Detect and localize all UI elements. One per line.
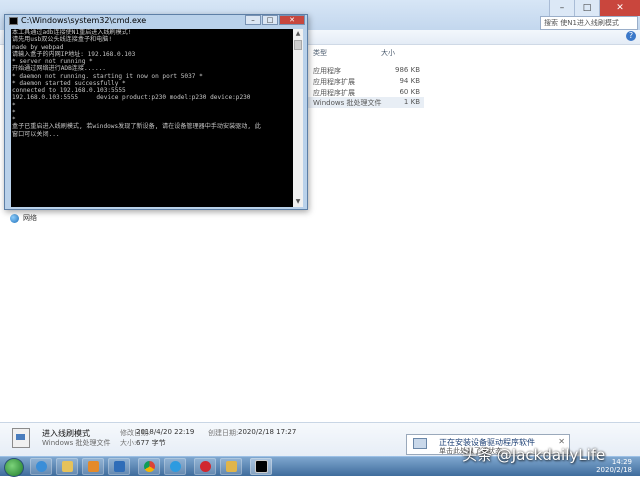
watermark: 头条 @JackdailyLife xyxy=(462,446,606,464)
column-size-header[interactable]: 大小 xyxy=(381,48,395,58)
search-input[interactable]: 搜索 使N1进入线刷模式 xyxy=(540,16,638,30)
file-type: 应用程序扩展 xyxy=(313,78,355,86)
column-type-header[interactable]: 类型 xyxy=(313,48,327,58)
column-headers: 类型 大小 xyxy=(306,48,640,60)
search-placeholder: 搜索 使N1进入线刷模式 xyxy=(544,19,619,27)
file-size: 94 KB xyxy=(399,77,420,85)
console-scrollbar[interactable]: ▲ ▼ xyxy=(293,29,303,207)
taskbar-ie-button[interactable] xyxy=(30,458,52,475)
file-row[interactable]: 应用程序扩展 94 KB xyxy=(306,76,424,87)
file-type: Windows 批处理文件 xyxy=(313,99,382,107)
console-line: 请输入盒子的内网IP地址: 192.168.0.103 xyxy=(12,50,136,58)
console-line: 盒子已重启进入线刷模式, 若windows发现了新设备, 请在设备管理器中手动安… xyxy=(12,123,261,131)
details-size-value: 677 字节 xyxy=(136,439,166,447)
nav-item-label: 网络 xyxy=(23,214,37,222)
cmd-window[interactable]: C:\Windows\system32\cmd.exe – □ ✕ 本工具通过a… xyxy=(4,14,308,210)
ie-icon xyxy=(35,461,47,472)
taskbar-cmd-button[interactable] xyxy=(250,458,272,475)
help-icon[interactable]: ? xyxy=(626,31,636,41)
app-icon xyxy=(113,461,125,472)
music-icon xyxy=(199,461,211,472)
console-icon xyxy=(254,460,268,473)
file-row[interactable]: 应用程序 986 KB xyxy=(306,65,424,76)
console-line: made by webpad xyxy=(12,43,64,51)
nav-item-network[interactable]: 网络 xyxy=(10,213,37,223)
tray-date: 2020/2/18 xyxy=(596,466,632,474)
minimize-icon[interactable]: – xyxy=(245,15,261,25)
details-modified-value: 2018/4/20 22:19 xyxy=(136,428,195,436)
taskbar-music-button[interactable] xyxy=(194,458,216,475)
console-line: * xyxy=(12,101,16,109)
file-row-selected[interactable]: Windows 批处理文件 1 KB xyxy=(306,97,424,108)
console-line: * daemon started successfully * xyxy=(12,79,126,87)
taskbar-media-button[interactable] xyxy=(82,458,104,475)
folder-icon xyxy=(225,461,237,472)
close-icon[interactable]: ✕ xyxy=(279,15,305,25)
minimize-icon[interactable]: – xyxy=(549,0,574,16)
console-line: * xyxy=(12,108,16,116)
console-output: 本工具通过adb连接使N1重启进入线刷模式! 请先用usb双公头线连接盒子和电脑… xyxy=(11,29,293,207)
batch-file-icon xyxy=(12,428,30,448)
details-created-label: 创建日期: xyxy=(208,429,239,437)
browser-icon xyxy=(169,461,181,472)
console-line: 窗口可以关闭... xyxy=(12,130,60,138)
network-icon xyxy=(10,213,19,223)
file-size: 986 KB xyxy=(395,66,420,74)
scroll-thumb[interactable] xyxy=(294,40,302,50)
details-size-label: 大小: xyxy=(120,439,137,447)
computer-icon xyxy=(413,438,427,449)
scroll-down-icon[interactable]: ▼ xyxy=(293,197,303,207)
start-button[interactable] xyxy=(4,458,24,477)
window-controls: – □ ✕ xyxy=(549,0,640,16)
console-icon xyxy=(9,17,18,25)
maximize-icon[interactable]: □ xyxy=(262,15,278,25)
console-line: 192.168.0.103:5555 device product:p230 m… xyxy=(12,94,251,102)
details-file-type: Windows 批处理文件 xyxy=(42,439,111,447)
cmd-window-controls: – □ ✕ xyxy=(244,15,305,25)
console-line: * daemon not running. starting it now on… xyxy=(12,72,203,80)
taskbar-app-button[interactable] xyxy=(108,458,130,475)
taskbar-ie2-button[interactable] xyxy=(164,458,186,475)
console-line: 开始通过网络进行ADB连接...... xyxy=(12,65,106,73)
console-line: 请先用usb双公头线连接盒子和电脑! xyxy=(12,36,112,44)
cmd-title-bar[interactable]: C:\Windows\system32\cmd.exe – □ ✕ xyxy=(5,15,307,27)
folder-icon xyxy=(61,461,73,472)
scroll-up-icon[interactable]: ▲ xyxy=(293,29,303,39)
taskbar-chrome-button[interactable] xyxy=(138,458,160,475)
details-created-value: 2020/2/18 17:27 xyxy=(238,428,297,436)
cmd-title: C:\Windows\system32\cmd.exe xyxy=(21,16,147,25)
maximize-icon[interactable]: □ xyxy=(574,0,599,16)
close-icon[interactable]: ✕ xyxy=(599,0,640,16)
taskbar-folder-button[interactable] xyxy=(220,458,242,475)
chrome-icon xyxy=(143,461,155,472)
file-type: 应用程序 xyxy=(313,67,341,75)
console-line: connected to 192.168.0.103:5555 xyxy=(12,87,126,94)
taskbar-explorer-button[interactable] xyxy=(56,458,78,475)
file-size: 1 KB xyxy=(403,98,420,106)
file-size: 60 KB xyxy=(399,88,420,96)
media-icon xyxy=(87,461,99,472)
